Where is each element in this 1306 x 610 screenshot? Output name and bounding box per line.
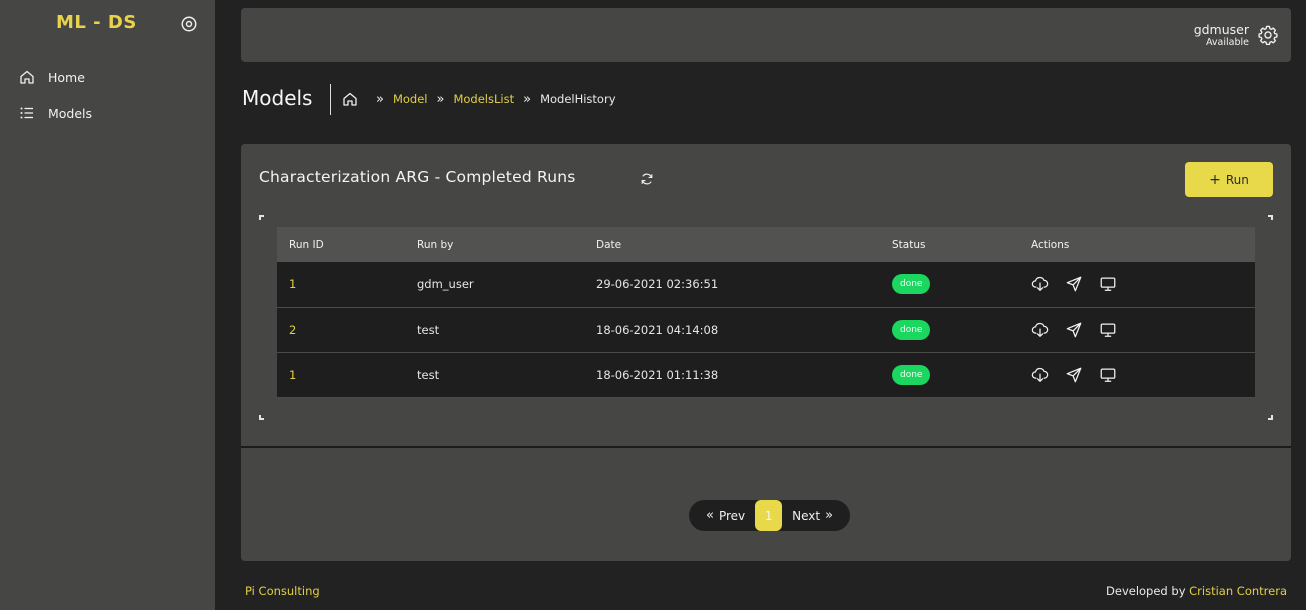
- double-chevron-left-icon: «: [706, 508, 714, 523]
- column-header-run-by: Run by: [417, 238, 454, 251]
- table-frame: Run ID Run by Date Status Actions 1 gdm_…: [259, 215, 1273, 420]
- monitor-icon[interactable]: [1099, 321, 1117, 339]
- actions-cell: [1019, 307, 1255, 352]
- breadcrumb-separator: »: [376, 91, 384, 107]
- monitor-icon[interactable]: [1099, 275, 1117, 293]
- prev-page-button[interactable]: « Prev: [701, 508, 745, 523]
- status-badge: done: [892, 319, 931, 340]
- gear-icon[interactable]: [1257, 24, 1279, 46]
- date-cell: 18-06-2021 04:14:08: [596, 322, 719, 337]
- user-info[interactable]: gdmuser Available: [1193, 22, 1249, 49]
- sidebar-toggle-icon[interactable]: [180, 15, 198, 33]
- column-header-date: Date: [596, 238, 622, 251]
- next-page-button[interactable]: Next »: [792, 508, 838, 523]
- run-button[interactable]: + Run: [1185, 162, 1273, 197]
- page-number-current[interactable]: 1: [755, 500, 783, 531]
- cloud-download-icon[interactable]: [1031, 366, 1049, 384]
- monitor-icon[interactable]: [1099, 366, 1117, 384]
- breadcrumb-separator: »: [523, 91, 532, 107]
- footer-author-link[interactable]: Cristian Contrera: [1189, 584, 1287, 598]
- refresh-icon[interactable]: [640, 172, 654, 186]
- home-icon: [18, 68, 36, 86]
- page-title: Models: [242, 86, 313, 110]
- status-badge: done: [892, 274, 931, 295]
- sidebar-item-label: Home: [48, 69, 85, 85]
- column-header-status: Status: [892, 238, 926, 251]
- send-icon[interactable]: [1065, 366, 1083, 384]
- runs-table: Run ID Run by Date Status Actions 1 gdm_…: [277, 227, 1255, 398]
- footer-company-link[interactable]: Pi Consulting: [245, 584, 320, 598]
- run-id-link[interactable]: 1: [277, 262, 405, 307]
- breadcrumb-item-modelhistory: ModelHistory: [540, 92, 616, 106]
- breadcrumb-item-modelslist[interactable]: ModelsList: [453, 92, 514, 106]
- card-title: Characterization ARG - Completed Runs: [259, 168, 576, 186]
- send-icon[interactable]: [1065, 321, 1083, 339]
- status-cell: done: [880, 352, 1019, 397]
- title-divider: [330, 84, 331, 115]
- sidebar: ML - DS Home Models: [0, 0, 215, 610]
- app-brand: ML - DS: [56, 12, 137, 33]
- sidebar-item-home[interactable]: Home: [18, 65, 85, 89]
- double-chevron-right-icon: »: [825, 508, 834, 523]
- footer-credits-prefix: Developed by: [1106, 584, 1186, 598]
- run-by-cell: test: [417, 367, 440, 382]
- status-cell: done: [880, 262, 1019, 307]
- column-header-actions: Actions: [1031, 238, 1070, 251]
- next-label: Next: [792, 508, 821, 523]
- plus-icon: +: [1209, 171, 1221, 188]
- run-id-link[interactable]: 1: [277, 352, 405, 397]
- status-cell: done: [880, 307, 1019, 352]
- prev-label: Prev: [718, 508, 746, 523]
- date-cell: 18-06-2021 01:11:38: [596, 367, 719, 382]
- status-badge: done: [892, 364, 931, 385]
- cloud-download-icon[interactable]: [1031, 275, 1049, 293]
- user-status: Available: [1205, 37, 1249, 48]
- actions-cell: [1019, 352, 1255, 397]
- table-row: 1 gdm_user 29-06-2021 02:36:51 done: [277, 262, 1255, 307]
- breadcrumb-separator: »: [436, 91, 445, 107]
- table-row: 1 test 18-06-2021 01:11:38 done: [277, 352, 1255, 397]
- home-icon[interactable]: [342, 91, 358, 107]
- sidebar-item-label: Models: [48, 105, 93, 121]
- actions-cell: [1019, 262, 1255, 307]
- run-id-link[interactable]: 2: [277, 307, 405, 352]
- date-cell: 29-06-2021 02:36:51: [596, 277, 719, 292]
- top-bar: gdmuser Available: [241, 8, 1291, 62]
- card-divider: [241, 446, 1291, 448]
- run-by-cell: test: [417, 322, 440, 337]
- sidebar-item-models[interactable]: Models: [18, 101, 92, 125]
- column-header-run-id: Run ID: [289, 238, 324, 251]
- breadcrumb-item-model[interactable]: Model: [393, 92, 428, 106]
- footer-credits: Developed by Cristian Contrera: [1106, 584, 1287, 598]
- run-button-label: Run: [1225, 172, 1249, 187]
- cloud-download-icon[interactable]: [1031, 321, 1049, 339]
- run-by-cell: gdm_user: [417, 277, 474, 292]
- table-header-row: Run ID Run by Date Status Actions: [277, 227, 1255, 262]
- runs-card: Characterization ARG - Completed Runs + …: [241, 144, 1291, 561]
- table-row: 2 test 18-06-2021 04:14:08 done: [277, 307, 1255, 352]
- breadcrumb: » Model » ModelsList » ModelHistory: [342, 91, 616, 107]
- send-icon[interactable]: [1065, 275, 1083, 293]
- username: gdmuser: [1193, 22, 1249, 37]
- list-icon: [18, 104, 36, 122]
- pagination: « Prev 1 Next »: [689, 500, 851, 531]
